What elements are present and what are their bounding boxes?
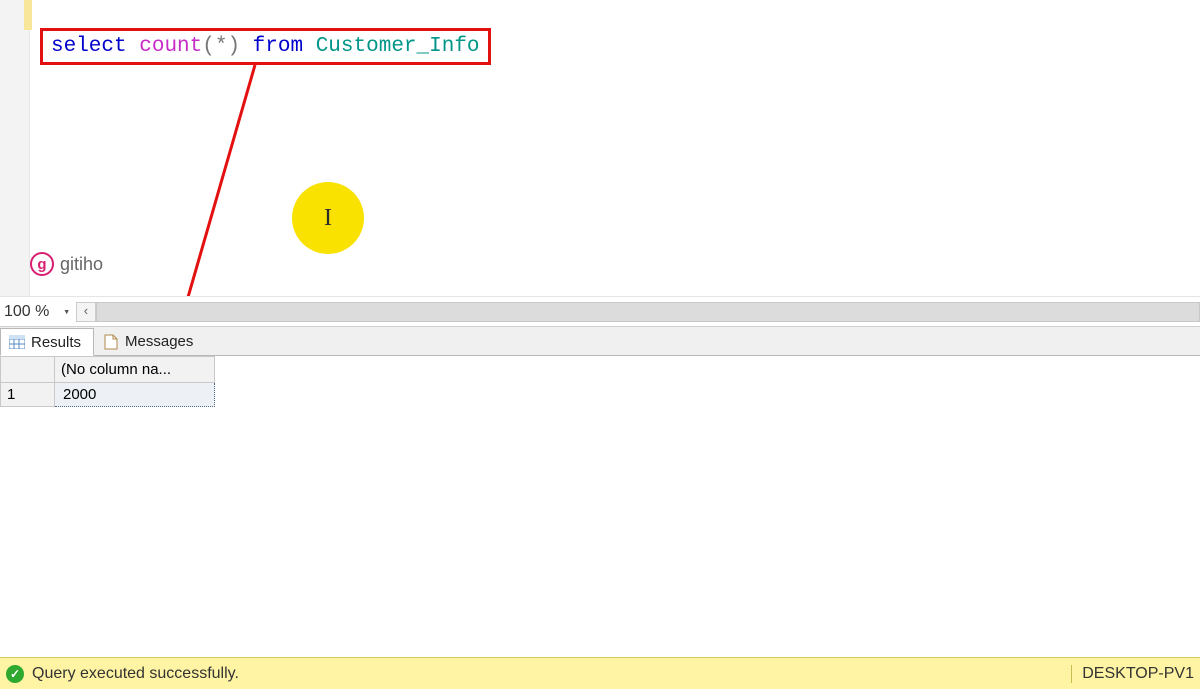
zoom-dropdown[interactable]: ▾ xyxy=(57,305,76,319)
cursor-highlight-circle: I xyxy=(292,182,364,254)
tab-results-label: Results xyxy=(31,334,81,351)
scroll-left-button[interactable]: ‹ xyxy=(76,302,96,322)
page-icon xyxy=(103,335,119,349)
tab-messages[interactable]: Messages xyxy=(94,327,206,355)
text-cursor-icon: I xyxy=(324,205,332,232)
chevron-left-icon: ‹ xyxy=(82,304,90,319)
status-server: DESKTOP-PV1 xyxy=(1082,665,1194,683)
success-check-icon: ✓ xyxy=(6,665,24,683)
grid-cell-value[interactable]: 2000 xyxy=(55,383,215,407)
sql-editor[interactable]: select count(*) from Customer_Info I g g… xyxy=(0,0,1200,296)
status-bar: ✓ Query executed successfully. DESKTOP-P… xyxy=(0,657,1200,689)
annotation-arrow xyxy=(160,60,290,330)
sql-keyword-select: select xyxy=(51,35,127,58)
editor-gutter xyxy=(0,0,30,296)
sql-args: (*) xyxy=(202,35,240,58)
status-message: Query executed successfully. xyxy=(32,665,239,683)
watermark-logo-icon: g xyxy=(30,252,54,276)
grid-column-header[interactable]: (No column na... xyxy=(55,357,215,383)
zoom-level: 100 % xyxy=(0,303,57,321)
result-tabs: Results Messages xyxy=(0,326,1200,356)
watermark-text: gitiho xyxy=(60,254,103,275)
sql-table-name: Customer_Info xyxy=(316,35,480,58)
watermark: g gitiho xyxy=(30,252,103,276)
results-grid[interactable]: (No column na... 1 2000 xyxy=(0,356,1200,654)
sql-function-count: count xyxy=(139,35,202,58)
horizontal-scrollbar[interactable] xyxy=(96,302,1200,322)
sql-highlight-box: select count(*) from Customer_Info xyxy=(40,28,491,65)
tab-messages-label: Messages xyxy=(125,333,193,350)
grid-corner[interactable] xyxy=(1,357,55,383)
zoom-toolbar: 100 % ▾ ‹ xyxy=(0,296,1200,326)
grid-icon xyxy=(9,335,25,349)
sql-keyword-from: from xyxy=(253,35,303,58)
grid-row-number[interactable]: 1 xyxy=(1,383,55,407)
table-row[interactable]: 1 2000 xyxy=(1,383,215,407)
gutter-marker xyxy=(24,0,32,30)
tab-results[interactable]: Results xyxy=(0,328,94,356)
